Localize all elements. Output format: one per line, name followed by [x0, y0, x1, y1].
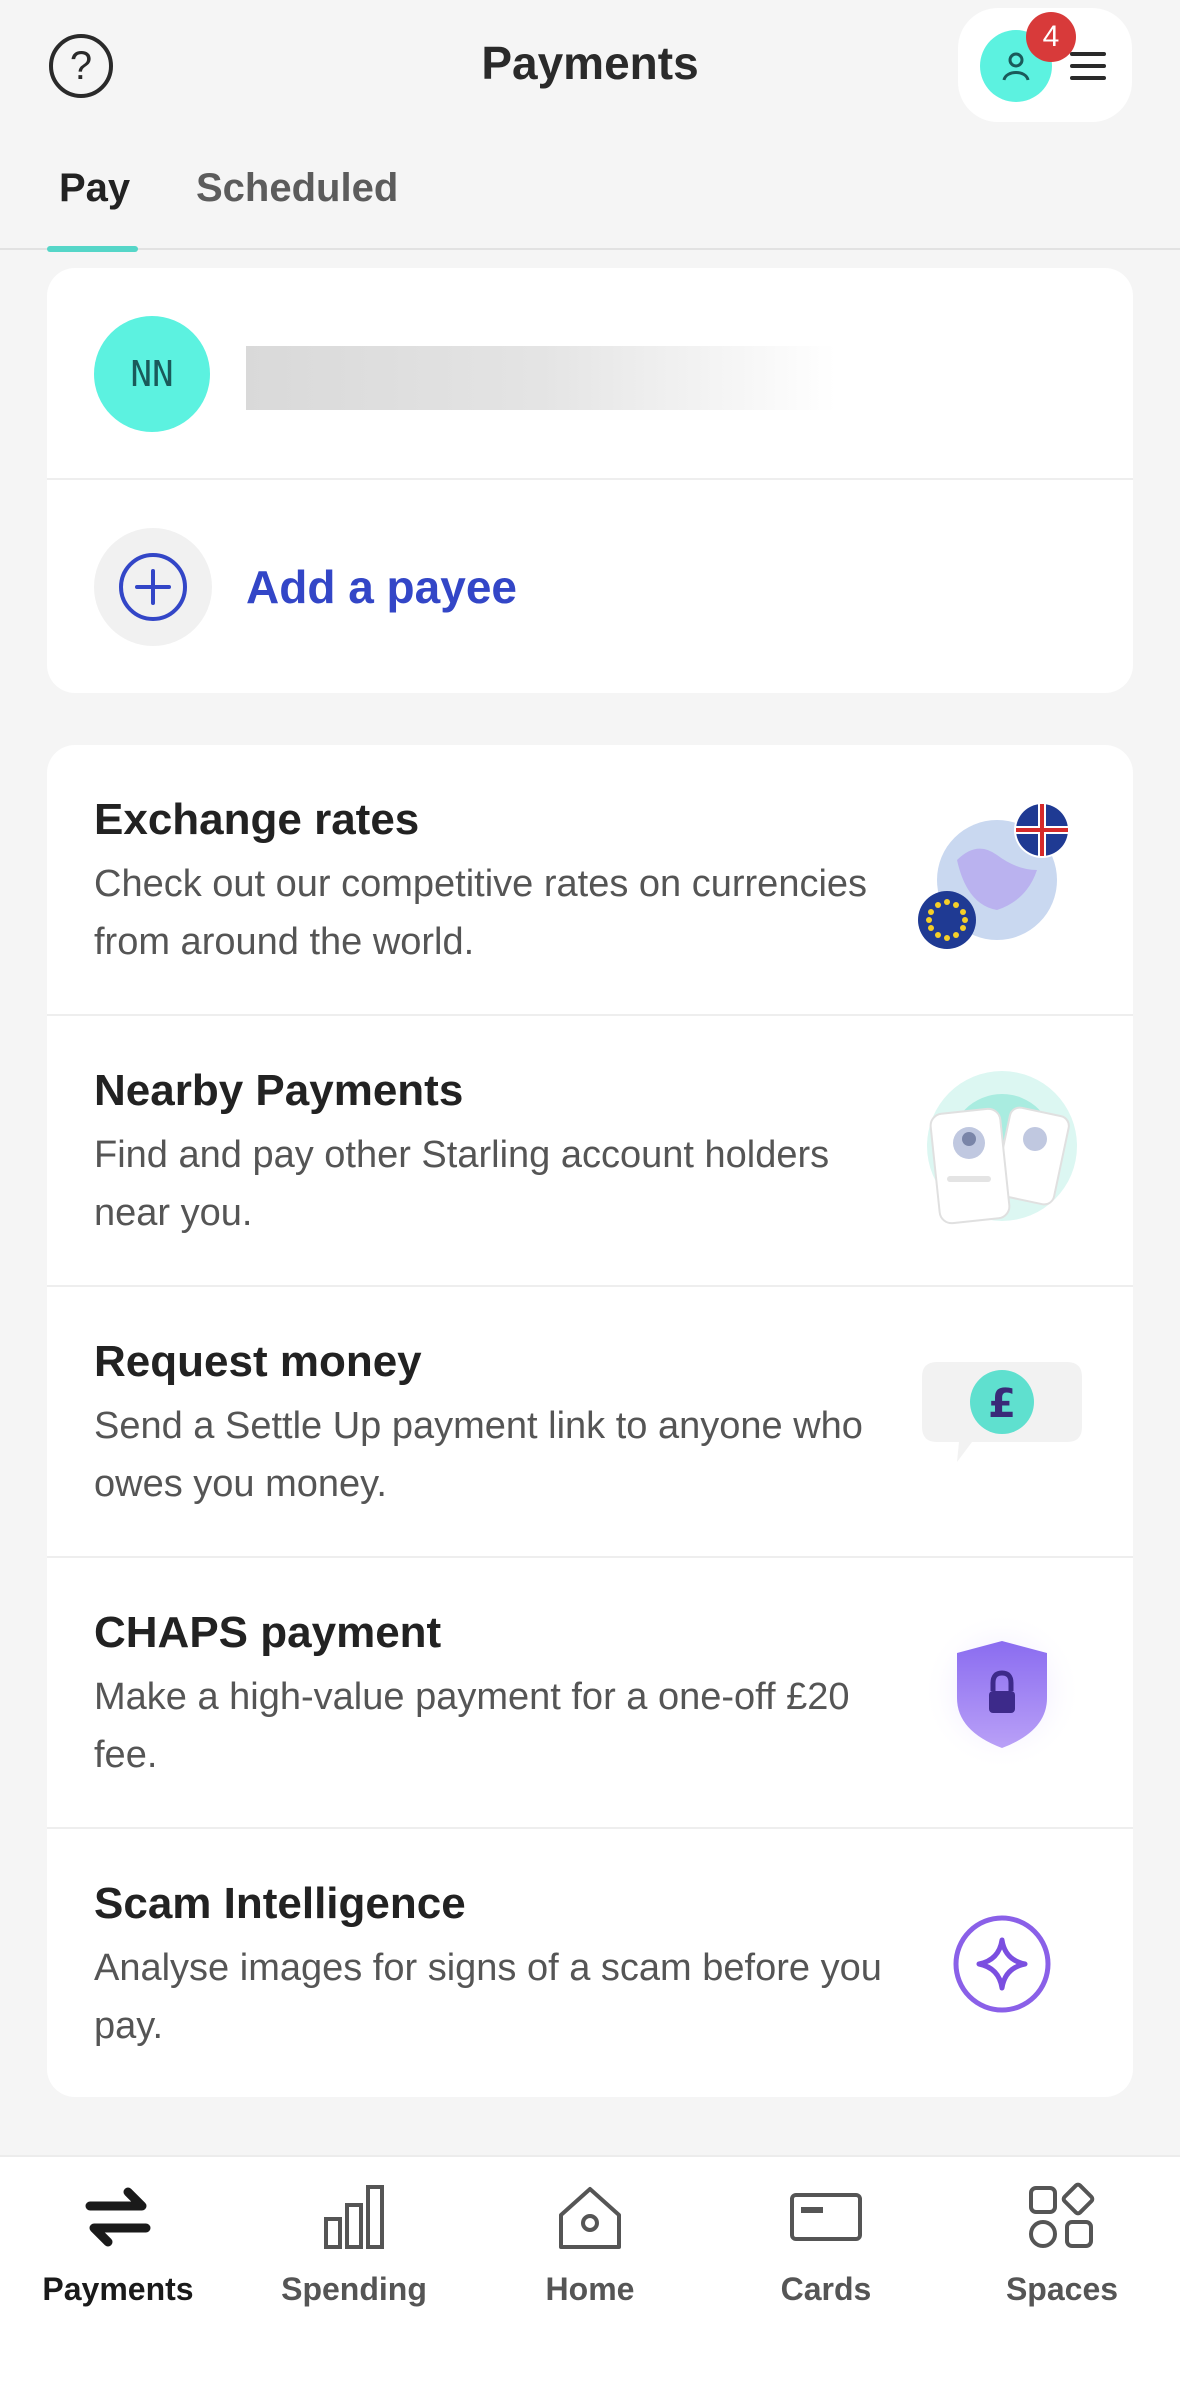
notification-badge: 4: [1026, 12, 1076, 62]
nav-spaces[interactable]: Spaces: [944, 2177, 1180, 2317]
add-payee-icon: [94, 528, 212, 646]
feature-title: Request money: [94, 1337, 422, 1386]
app-header: ? Payments 4 Pay Scheduled: [0, 0, 1180, 252]
feature-description: Analyse images for signs of a scam befor…: [94, 1947, 882, 2047]
nav-spending[interactable]: Spending: [236, 2177, 472, 2317]
tab-pay[interactable]: Pay: [59, 166, 130, 250]
feature-title: Nearby Payments: [94, 1066, 464, 1115]
feature-description: Make a high-value payment for a one-off …: [94, 1676, 850, 1776]
payee-name-redacted: [246, 346, 836, 410]
nearby-phones-icon: [927, 1071, 1077, 1225]
payee-avatar: NN: [94, 316, 210, 432]
feature-description: Check out our competitive rates on curre…: [94, 863, 868, 963]
profile-menu-pill[interactable]: 4: [958, 8, 1132, 122]
feature-title: Scam Intelligence: [94, 1879, 466, 1928]
hamburger-menu-icon[interactable]: [1070, 52, 1106, 80]
tab-scheduled[interactable]: Scheduled: [196, 166, 398, 250]
pound-speech-bubble-icon: £: [922, 1362, 1082, 1462]
nav-spending-label: Spending: [281, 2271, 427, 2307]
feature-title: Exchange rates: [94, 795, 420, 844]
feature-request-money[interactable]: Request money Send a Settle Up payment l…: [47, 1287, 1133, 1558]
add-payee-row[interactable]: Add a payee: [47, 480, 1133, 693]
feature-exchange-rates[interactable]: Exchange rates Check out our competitive…: [47, 745, 1133, 1016]
feature-scam-intelligence[interactable]: Scam Intelligence Analyse images for sig…: [47, 1829, 1133, 2097]
payee-row[interactable]: NN: [47, 268, 1133, 480]
feature-title: CHAPS payment: [94, 1608, 442, 1657]
feature-chaps-payment[interactable]: CHAPS payment Make a high-value payment …: [47, 1558, 1133, 1829]
bottom-navigation: Payments Spending Home Cards Spaces: [0, 2155, 1180, 2396]
nav-payments[interactable]: Payments: [0, 2177, 236, 2317]
feature-description: Send a Settle Up payment link to anyone …: [94, 1405, 863, 1505]
card-icon: [786, 2177, 866, 2257]
nav-home[interactable]: Home: [472, 2177, 708, 2317]
feature-nearby-payments[interactable]: Nearby Payments Find and pay other Starl…: [47, 1016, 1133, 1287]
nav-payments-label: Payments: [42, 2271, 194, 2307]
features-card: Exchange rates Check out our competitive…: [47, 745, 1133, 2097]
globe-flags-icon: [918, 802, 1070, 949]
home-icon: [550, 2177, 630, 2257]
nav-spaces-label: Spaces: [1005, 2271, 1119, 2307]
nav-cards-label: Cards: [780, 2271, 872, 2307]
shield-lock-icon: [922, 1613, 1082, 1771]
nav-home-label: Home: [545, 2271, 635, 2307]
transfer-arrows-icon: [78, 2177, 158, 2257]
svg-text:£: £: [988, 1381, 1016, 1427]
active-tab-indicator: [47, 246, 138, 252]
tab-pay-label: Pay: [59, 166, 131, 210]
person-icon: [1002, 52, 1030, 81]
sparkle-circle-icon: [953, 1915, 1051, 2013]
bar-chart-icon: [314, 2177, 394, 2257]
spaces-grid-icon: [1022, 2177, 1102, 2257]
nav-cards[interactable]: Cards: [708, 2177, 944, 2317]
tab-bar: Pay Scheduled: [0, 160, 1180, 252]
payees-card: NN Add a payee: [47, 268, 1133, 693]
add-payee-label: Add a payee: [246, 561, 517, 613]
feature-description: Find and pay other Starling account hold…: [94, 1134, 830, 1234]
tab-scheduled-label: Scheduled: [196, 166, 399, 210]
